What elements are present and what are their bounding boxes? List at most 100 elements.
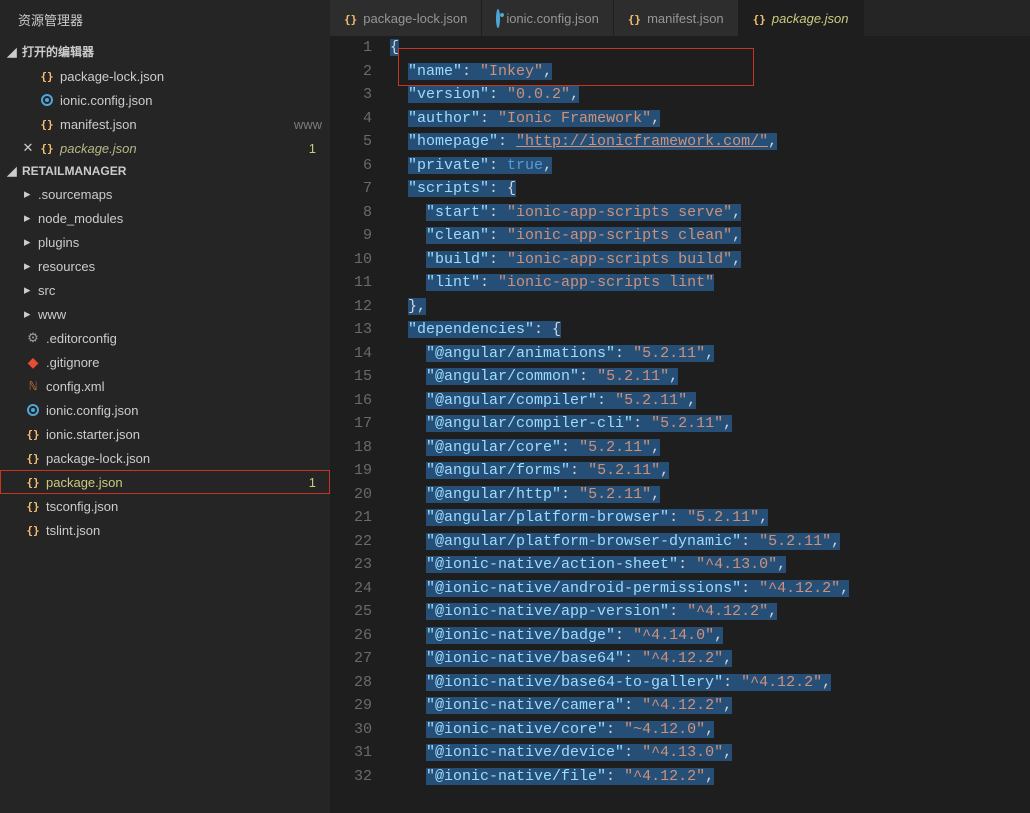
code-line[interactable]: "@ionic-native/core": "~4.12.0", xyxy=(390,718,1030,742)
code-line[interactable]: "version": "0.0.2", xyxy=(390,83,1030,107)
file-label: tslint.json xyxy=(46,523,322,538)
code-line[interactable]: "@angular/platform-browser": "5.2.11", xyxy=(390,506,1030,530)
code-line[interactable]: "@ionic-native/app-version": "^4.12.2", xyxy=(390,600,1030,624)
code-line[interactable]: "@angular/common": "5.2.11", xyxy=(390,365,1030,389)
open-editors-list: {}package-lock.jsonionic.config.json{}ma… xyxy=(0,64,330,160)
line-number: 32 xyxy=(330,765,372,789)
xml-icon: ℕ xyxy=(24,379,42,393)
code-line[interactable]: "@angular/platform-browser-dynamic": "5.… xyxy=(390,530,1030,554)
gutter: 1234567891011121314151617181920212223242… xyxy=(330,36,390,813)
code-line[interactable]: "@ionic-native/badge": "^4.14.0", xyxy=(390,624,1030,648)
line-number: 13 xyxy=(330,318,372,342)
project-header[interactable]: ◢ RETAILMANAGER xyxy=(0,160,330,182)
line-number: 8 xyxy=(330,201,372,225)
code-line[interactable]: "scripts": { xyxy=(390,177,1030,201)
json-icon: {} xyxy=(38,70,56,83)
code-line[interactable]: "clean": "ionic-app-scripts clean", xyxy=(390,224,1030,248)
open-editors-header[interactable]: ◢ 打开的编辑器 xyxy=(0,39,330,64)
editor-tab[interactable]: {} manifest.json xyxy=(614,0,739,36)
code-line[interactable]: "@angular/animations": "5.2.11", xyxy=(390,342,1030,366)
tab-label: package.json xyxy=(772,11,849,26)
code-line[interactable]: "@angular/compiler": "5.2.11", xyxy=(390,389,1030,413)
code-line[interactable]: "@ionic-native/camera": "^4.12.2", xyxy=(390,694,1030,718)
file-item[interactable]: {}package.json1 xyxy=(0,470,330,494)
code-area[interactable]: 1234567891011121314151617181920212223242… xyxy=(330,36,1030,813)
json-icon: {} xyxy=(24,500,42,513)
code-line[interactable]: "@angular/core": "5.2.11", xyxy=(390,436,1030,460)
code-line[interactable]: }, xyxy=(390,295,1030,319)
code-line[interactable]: "@ionic-native/base64": "^4.12.2", xyxy=(390,647,1030,671)
json-icon: {} xyxy=(24,452,42,465)
editor-tab[interactable]: {}package-lock.json xyxy=(330,0,482,36)
json-icon: {} xyxy=(38,142,56,155)
code-line[interactable]: "private": true, xyxy=(390,154,1030,178)
code-line[interactable]: "@ionic-native/device": "^4.13.0", xyxy=(390,741,1030,765)
editor-tab[interactable]: ionic.config.json xyxy=(482,0,614,36)
ionic-config-icon xyxy=(24,404,42,416)
open-editor-item[interactable]: {}package-lock.json xyxy=(0,64,330,88)
code-line[interactable]: "@ionic-native/action-sheet": "^4.13.0", xyxy=(390,553,1030,577)
file-label: package.json xyxy=(46,475,309,490)
folder-label: node_modules xyxy=(38,211,322,226)
line-number: 18 xyxy=(330,436,372,460)
tab-label: ionic.config.json xyxy=(506,11,599,26)
file-label: package-lock.json xyxy=(46,451,322,466)
line-number: 25 xyxy=(330,600,372,624)
file-item[interactable]: ionic.config.json xyxy=(0,398,330,422)
file-label: .editorconfig xyxy=(46,331,322,346)
folder-label: src xyxy=(38,283,322,298)
project-tree: ▸.sourcemaps▸node_modules▸plugins▸resour… xyxy=(0,182,330,542)
modified-badge: 1 xyxy=(309,475,322,490)
code-line[interactable]: "@ionic-native/base64-to-gallery": "^4.1… xyxy=(390,671,1030,695)
code-line[interactable]: "@ionic-native/file": "^4.12.2", xyxy=(390,765,1030,789)
code-line[interactable]: "@angular/forms": "5.2.11", xyxy=(390,459,1030,483)
code-line[interactable]: "name": "Inkey", xyxy=(390,60,1030,84)
open-editor-item[interactable]: {}manifest.jsonwww xyxy=(0,112,330,136)
code-line[interactable]: { xyxy=(390,36,1030,60)
code-line[interactable]: "lint": "ionic-app-scripts lint" xyxy=(390,271,1030,295)
folder-item[interactable]: ▸.sourcemaps xyxy=(0,182,330,206)
code-line[interactable]: "@ionic-native/android-permissions": "^4… xyxy=(390,577,1030,601)
chevron-right-icon: ▸ xyxy=(24,210,38,226)
line-number: 10 xyxy=(330,248,372,272)
code-line[interactable]: "build": "ionic-app-scripts build", xyxy=(390,248,1030,272)
file-item[interactable]: {} package-lock.json xyxy=(0,446,330,470)
folder-item[interactable]: ▸src xyxy=(0,278,330,302)
file-label: ionic.starter.json xyxy=(46,427,322,442)
line-number: 21 xyxy=(330,506,372,530)
line-number: 15 xyxy=(330,365,372,389)
code-line[interactable]: "@angular/http": "5.2.11", xyxy=(390,483,1030,507)
file-item[interactable]: ⚙ .editorconfig xyxy=(0,326,330,350)
code-line[interactable]: "homepage": "http://ionicframework.com/"… xyxy=(390,130,1030,154)
file-item[interactable]: ◆.gitignore xyxy=(0,350,330,374)
explorer-sidebar: 资源管理器 ◢ 打开的编辑器 {}package-lock.jsonionic.… xyxy=(0,0,330,813)
folder-item[interactable]: ▸node_modules xyxy=(0,206,330,230)
open-editor-item[interactable]: ionic.config.json xyxy=(0,88,330,112)
tab-label: manifest.json xyxy=(647,11,724,26)
line-number: 27 xyxy=(330,647,372,671)
json-icon: {} xyxy=(628,11,641,26)
folder-item[interactable]: ▸www xyxy=(0,302,330,326)
line-number: 28 xyxy=(330,671,372,695)
folder-item[interactable]: ▸resources xyxy=(0,254,330,278)
code-line[interactable]: "author": "Ionic Framework", xyxy=(390,107,1030,131)
code-line[interactable]: "start": "ionic-app-scripts serve", xyxy=(390,201,1030,225)
chevron-right-icon: ▸ xyxy=(24,258,38,274)
close-icon[interactable]: ✕ xyxy=(18,140,38,156)
line-number: 29 xyxy=(330,694,372,718)
folder-label: www xyxy=(38,307,322,322)
file-item[interactable]: {}tslint.json xyxy=(0,518,330,542)
code-line[interactable]: "@angular/compiler-cli": "5.2.11", xyxy=(390,412,1030,436)
folder-label: .sourcemaps xyxy=(38,187,322,202)
file-item[interactable]: {}tsconfig.json xyxy=(0,494,330,518)
file-item[interactable]: ℕconfig.xml xyxy=(0,374,330,398)
open-editor-item[interactable]: ✕{}package.json1 xyxy=(0,136,330,160)
line-number: 19 xyxy=(330,459,372,483)
code-line[interactable]: "dependencies": { xyxy=(390,318,1030,342)
path-suffix: www xyxy=(294,117,322,132)
file-item[interactable]: {}ionic.starter.json xyxy=(0,422,330,446)
code-content[interactable]: { "name": "Inkey", "version": "0.0.2", "… xyxy=(390,36,1030,813)
gear-icon: ⚙ xyxy=(24,330,42,346)
folder-item[interactable]: ▸plugins xyxy=(0,230,330,254)
editor-tab[interactable]: {}package.json xyxy=(739,0,864,36)
